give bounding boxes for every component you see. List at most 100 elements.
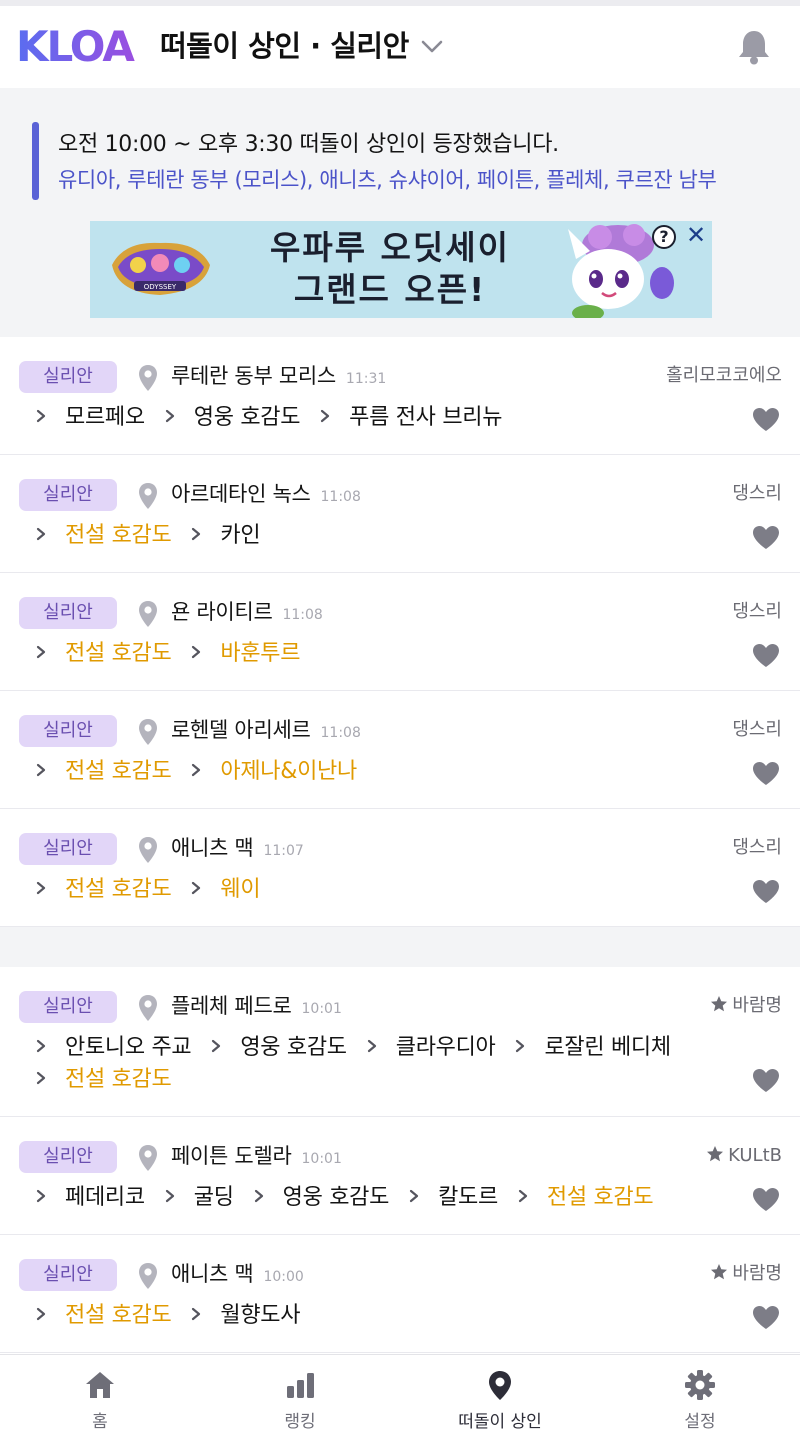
- item-name: 굴딩: [193, 1185, 234, 1210]
- heart-icon[interactable]: [752, 1068, 780, 1093]
- chevron-down-icon[interactable]: [418, 32, 446, 60]
- location-pin-icon: [139, 365, 157, 391]
- chevron-right-icon: [516, 1039, 525, 1053]
- chevron-right-icon: [36, 1071, 46, 1085]
- svg-text:KLOA: KLOA: [16, 24, 135, 68]
- location-name: 욘 라이티르: [171, 600, 273, 624]
- merchant-list-earlier: 실리안 플레체 페드로 10:01 바람명 안토니오 주교 영웅 호감도 클라우디아 로잘린 …: [0, 967, 800, 1353]
- location-pin-icon: [139, 483, 157, 509]
- item-name: 아제나&이난나: [220, 759, 357, 784]
- server-badge: 실리안: [19, 715, 117, 747]
- chevron-right-icon: [518, 1189, 527, 1203]
- merchant-card[interactable]: 실리안 욘 라이티르 11:08 댕스리 전설 호감도 바훈투르: [0, 573, 800, 691]
- report-time: 11:08: [320, 489, 361, 505]
- merchant-card[interactable]: 실리안 플레체 페드로 10:01 바람명 안토니오 주교 영웅 호감도 클라우디아 로잘린 …: [0, 967, 800, 1117]
- merchant-card[interactable]: 실리안 애니츠 맥 10:00 바람명 전설 호감도 월향도사: [0, 1235, 800, 1353]
- merchant-location: 플레체 페드로 10:01: [171, 991, 342, 1024]
- chevron-right-icon: [192, 527, 201, 541]
- chevron-right-icon: [36, 1307, 46, 1321]
- item-name: 월향도사: [220, 1303, 301, 1328]
- merchant-location: 루테란 동부 모리스 11:31: [171, 361, 386, 394]
- item-route: 전설 호감도 바훈투르: [34, 638, 720, 669]
- merchant-card[interactable]: 실리안 루테란 동부 모리스 11:31 홀리모코코에오 모르페오 영웅 호감도 푸름 전사…: [0, 337, 800, 455]
- ad-banner[interactable]: ODYSSEY 우파루 오딧세이 그랜드 오픈! ? ✕: [90, 221, 712, 318]
- item-name: 전설 호감도: [65, 523, 172, 548]
- reporter-name: 댕스리: [732, 835, 782, 861]
- item-name: 칼도르: [438, 1185, 498, 1210]
- reporter-label: 홀리모코코에오: [666, 365, 782, 386]
- merchant-card[interactable]: 실리안 아르데타인 녹스 11:08 댕스리 전설 호감도 카인: [0, 455, 800, 573]
- reporter-name: KULtB: [706, 1143, 782, 1169]
- location-name: 아르데타인 녹스: [171, 482, 311, 506]
- item-route: 전설 호감도 월향도사: [34, 1300, 720, 1331]
- ad-close-icon[interactable]: ✕: [683, 222, 709, 248]
- item-name: 모르페오: [65, 405, 145, 430]
- merchant-card[interactable]: 실리안 로헨델 아리세르 11:08 댕스리 전설 호감도 아제나&이난나: [0, 691, 800, 809]
- chevron-right-icon: [321, 409, 330, 423]
- item-route: 모르페오 영웅 호감도 푸름 전사 브리뉴: [34, 402, 720, 433]
- report-time: 10:01: [301, 1151, 342, 1167]
- nav-ranking-label: 랭킹: [284, 1412, 316, 1432]
- heart-icon[interactable]: [752, 879, 780, 904]
- location-pin-icon: [139, 601, 157, 627]
- chevron-right-icon: [254, 1189, 263, 1203]
- chevron-right-icon: [36, 645, 46, 659]
- page-title[interactable]: 떠돌이 상인 · 실리안: [160, 26, 409, 66]
- bell-icon[interactable]: [736, 28, 772, 66]
- location-name: 페이튼 도렐라: [171, 1144, 292, 1168]
- heart-icon[interactable]: [752, 1305, 780, 1330]
- item-name: 영웅 호감도: [240, 1035, 347, 1060]
- section-gap: [0, 927, 800, 967]
- item-name: 영웅 호감도: [282, 1185, 390, 1210]
- item-name: 영웅 호감도: [193, 405, 301, 430]
- chevron-right-icon: [192, 645, 201, 659]
- location-pin-icon: [139, 1263, 157, 1289]
- item-name: 전설 호감도: [65, 877, 172, 902]
- heart-icon[interactable]: [752, 407, 780, 432]
- heart-icon[interactable]: [752, 525, 780, 550]
- nav-settings[interactable]: 설정: [600, 1355, 800, 1441]
- item-name: 푸름 전사 브리뉴: [349, 405, 503, 430]
- item-name: 전설 호감도: [65, 759, 172, 784]
- merchant-list-recent: 실리안 루테란 동부 모리스 11:31 홀리모코코에오모르페오 영웅 호감도 푸름 전사…: [0, 337, 800, 927]
- nav-settings-label: 설정: [684, 1412, 716, 1432]
- item-route: 전설 호감도 카인: [34, 520, 720, 551]
- location-pin-icon: [139, 719, 157, 745]
- nav-ranking[interactable]: 랭킹: [200, 1355, 400, 1441]
- star-icon: [711, 996, 728, 1012]
- server-badge: 실리안: [19, 597, 117, 629]
- chevron-right-icon: [165, 1189, 174, 1203]
- heart-icon[interactable]: [752, 1187, 780, 1212]
- chevron-right-icon: [367, 1039, 376, 1053]
- nav-home[interactable]: 홈: [0, 1355, 200, 1441]
- heart-icon[interactable]: [752, 761, 780, 786]
- chevron-right-icon: [36, 881, 46, 895]
- item-name: 전설 호감도: [546, 1185, 654, 1210]
- bottom-navigation: 홈 랭킹 떠돌이 상인 설정: [0, 1354, 800, 1441]
- item-name: 전설 호감도: [65, 1303, 172, 1328]
- nav-merchant[interactable]: 떠돌이 상인: [400, 1355, 600, 1441]
- ad-game-logo: ODYSSEY: [112, 242, 210, 295]
- item-route: 안토니오 주교 영웅 호감도 클라우디아 로잘린 베디체: [34, 1032, 720, 1063]
- server-badge: 실리안: [19, 833, 117, 865]
- ad-info-icon[interactable]: ?: [652, 225, 676, 249]
- chevron-right-icon: [36, 527, 46, 541]
- location-name: 플레체 페드로: [171, 994, 292, 1018]
- heart-icon[interactable]: [752, 643, 780, 668]
- svg-text:ODYSSEY: ODYSSEY: [144, 283, 177, 291]
- merchant-card[interactable]: 실리안 애니츠 맥 11:07 댕스리 전설 호감도 웨이: [0, 809, 800, 927]
- item-name: 웨이: [220, 877, 261, 902]
- report-time: 11:31: [345, 371, 387, 387]
- location-pin-icon: [139, 995, 157, 1021]
- chevron-right-icon: [212, 1039, 221, 1053]
- ad-headline-line1: 우파루 오딧세이: [269, 228, 510, 267]
- merchant-location: 욘 라이티르 11:08: [171, 597, 323, 630]
- merchant-card[interactable]: 실리안 페이튼 도렐라 10:01 KULtB 페데리코 굴딩 영웅 호감도 칼도르 전설 호감…: [0, 1117, 800, 1235]
- kloa-logo[interactable]: KLOA: [16, 24, 146, 68]
- item-name: 카인: [220, 523, 261, 548]
- nav-home-label: 홈: [92, 1412, 108, 1432]
- location-pin-icon: [139, 1145, 157, 1171]
- chevron-right-icon: [192, 763, 201, 777]
- item-route: 전설 호감도 웨이: [34, 874, 720, 905]
- merchant-location: 아르데타인 녹스 11:08: [171, 479, 361, 512]
